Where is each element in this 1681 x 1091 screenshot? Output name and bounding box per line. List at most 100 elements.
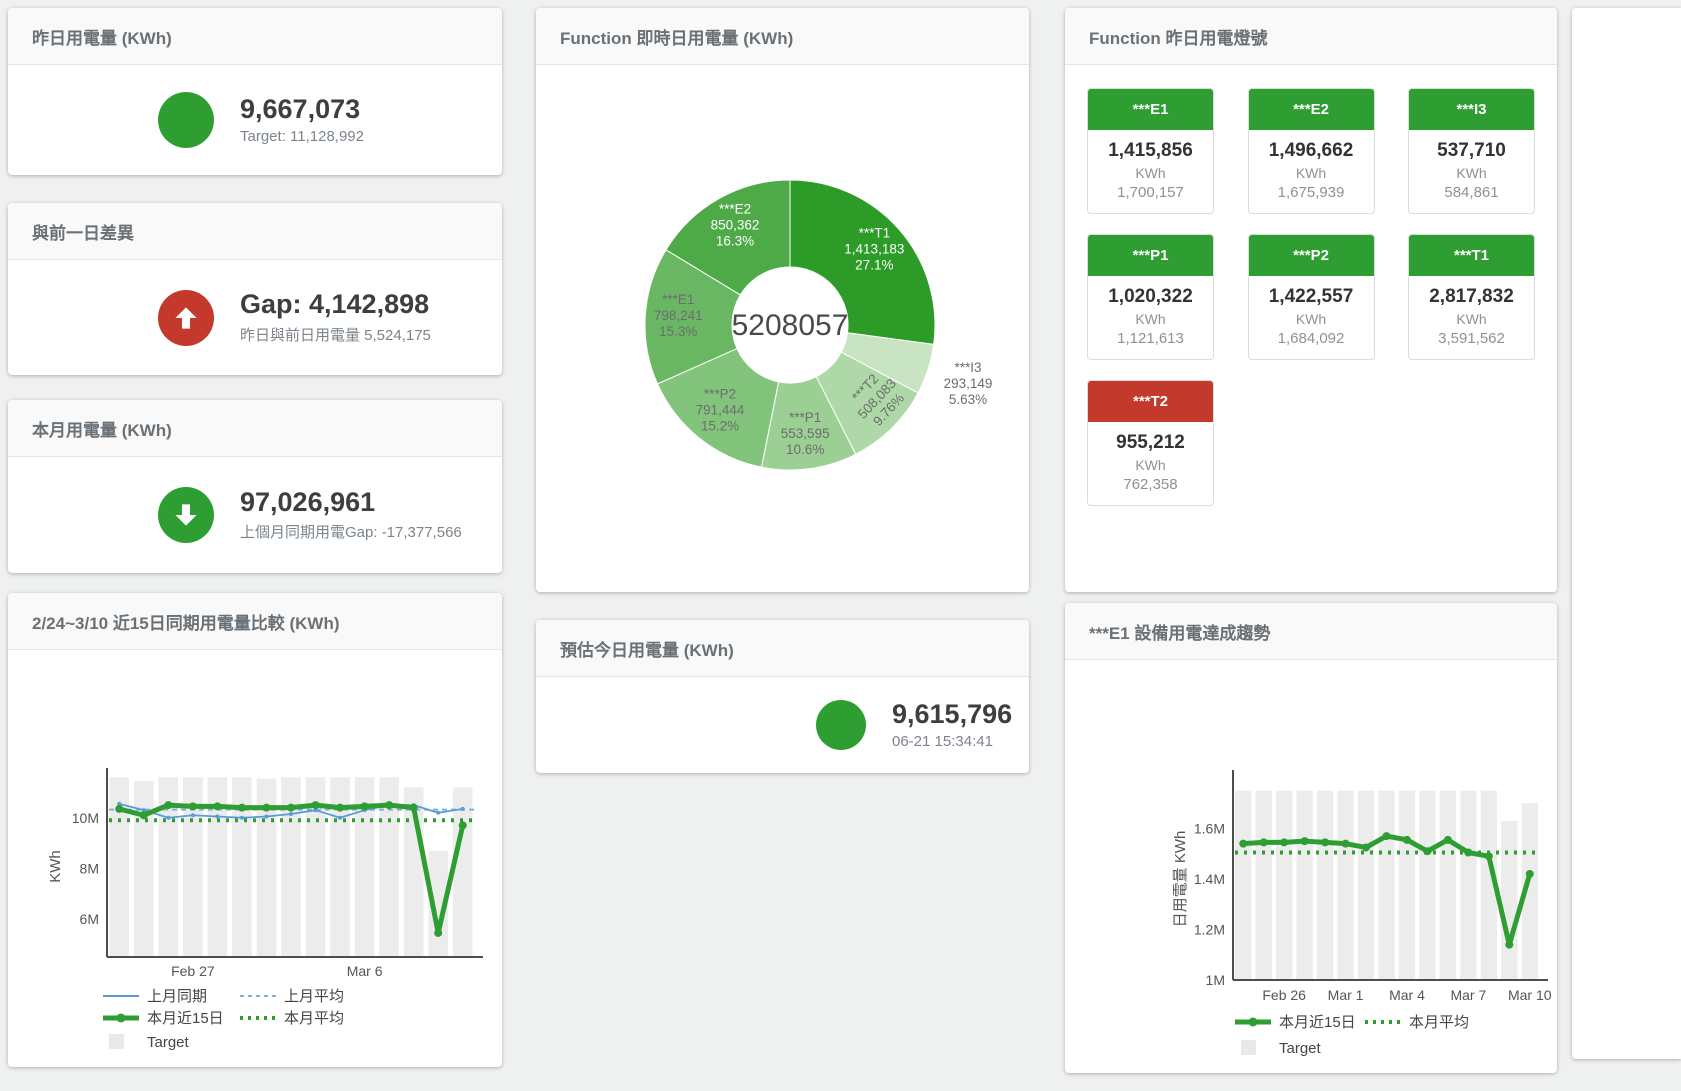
target-bar[interactable] xyxy=(1276,791,1292,980)
tile-status-header: ***E2 xyxy=(1249,89,1374,130)
data-point[interactable] xyxy=(213,802,221,810)
target-bar[interactable] xyxy=(1440,791,1456,980)
data-point[interactable] xyxy=(1342,840,1350,848)
data-point[interactable] xyxy=(1280,838,1288,846)
data-point[interactable] xyxy=(264,815,268,819)
data-point[interactable] xyxy=(215,815,219,819)
data-point[interactable] xyxy=(1301,837,1309,845)
legend-item-label[interactable]: 本月近15日 xyxy=(147,1010,224,1027)
legend-item-label[interactable]: 上月平均 xyxy=(284,988,344,1005)
data-point[interactable] xyxy=(1403,836,1411,844)
tile-body: 1,496,662KWh1,675,939 xyxy=(1249,130,1374,213)
target-bar[interactable] xyxy=(1419,791,1435,980)
card-status-lights: Function 昨日用電燈號 ***E11,415,856KWh1,700,1… xyxy=(1065,8,1557,592)
data-point[interactable] xyxy=(166,816,170,820)
target-bar[interactable] xyxy=(1358,791,1374,980)
status-tile-T1: ***T12,817,832KWh3,591,562 xyxy=(1408,234,1535,360)
arrow-down-icon xyxy=(158,487,214,543)
tile-body: 955,212KWh762,358 xyxy=(1088,422,1213,505)
tile-unit: KWh xyxy=(1092,457,1209,473)
arrow-up-icon xyxy=(158,290,214,346)
legend-item-label[interactable]: 本月近15日 xyxy=(1279,1014,1356,1031)
kpi-value: 9,667,073 xyxy=(240,95,364,125)
legend-item-label[interactable]: 本月平均 xyxy=(1409,1014,1469,1031)
kpi-subtitle: 06-21 15:34:41 xyxy=(892,733,1012,750)
data-point[interactable] xyxy=(361,802,369,810)
target-bar[interactable] xyxy=(1378,791,1394,980)
tile-unit: KWh xyxy=(1253,311,1370,327)
partial-card xyxy=(1572,8,1681,1059)
data-point[interactable] xyxy=(289,812,293,816)
data-point[interactable] xyxy=(459,821,467,829)
kpi-value: Gap: 4,142,898 xyxy=(240,290,431,320)
y-tick-label: 1.2M xyxy=(1194,922,1225,938)
target-bar[interactable] xyxy=(1317,791,1333,980)
data-point[interactable] xyxy=(1505,941,1513,949)
data-point[interactable] xyxy=(1464,848,1472,856)
data-point[interactable] xyxy=(410,804,418,812)
data-point[interactable] xyxy=(140,811,148,819)
data-point[interactable] xyxy=(1485,852,1493,860)
status-circle-icon xyxy=(158,92,214,148)
data-point[interactable] xyxy=(312,801,320,809)
data-point[interactable] xyxy=(1526,870,1534,878)
legend-dot-symbol xyxy=(1249,1018,1258,1027)
tile-value: 1,415,856 xyxy=(1092,140,1209,162)
target-bar[interactable] xyxy=(453,787,473,957)
data-point[interactable] xyxy=(189,802,197,810)
tile-body: 1,415,856KWh1,700,157 xyxy=(1088,130,1213,213)
legend-item-label[interactable]: Target xyxy=(147,1034,190,1051)
data-point[interactable] xyxy=(338,816,342,820)
target-bar[interactable] xyxy=(1460,791,1476,980)
target-bar[interactable] xyxy=(1256,791,1272,980)
data-point[interactable] xyxy=(385,801,393,809)
data-point[interactable] xyxy=(287,804,295,812)
card-month-usage: 本月用電量 (KWh) 97,026,961 上個月同期用電Gap: -17,3… xyxy=(8,400,502,573)
tile-unit: KWh xyxy=(1413,165,1530,181)
target-bar[interactable] xyxy=(1235,791,1251,980)
target-bar[interactable] xyxy=(1337,791,1353,980)
data-point[interactable] xyxy=(1239,840,1247,848)
legend-item-label[interactable]: Target xyxy=(1279,1040,1322,1057)
y-axis-title: KWh xyxy=(47,850,64,883)
kpi-body: Gap: 4,142,898 昨日與前日用電量 5,524,175 xyxy=(8,260,502,375)
target-bar[interactable] xyxy=(1399,791,1415,980)
data-point[interactable] xyxy=(191,813,195,817)
data-point[interactable] xyxy=(164,801,172,809)
data-point[interactable] xyxy=(434,929,442,937)
tile-value: 1,422,557 xyxy=(1253,286,1370,308)
data-point[interactable] xyxy=(1444,836,1452,844)
target-bar[interactable] xyxy=(1296,791,1312,980)
tile-target-value: 762,358 xyxy=(1092,476,1209,493)
kpi-body: 97,026,961 上個月同期用電Gap: -17,377,566 xyxy=(8,457,502,573)
data-point[interactable] xyxy=(336,804,344,812)
data-point[interactable] xyxy=(1423,847,1431,855)
card-title: 預估今日用電量 (KWh) xyxy=(536,620,1029,677)
tile-target-value: 1,675,939 xyxy=(1253,184,1370,201)
data-point[interactable] xyxy=(238,804,246,812)
data-point[interactable] xyxy=(1321,838,1329,846)
data-point[interactable] xyxy=(240,816,244,820)
tile-value: 2,817,832 xyxy=(1413,286,1530,308)
compare-line-chart[interactable]: 6M8M10MKWhFeb 27Mar 6上月同期上月平均本月近15日本月平均T… xyxy=(8,650,502,1067)
tile-status-header: ***E1 xyxy=(1088,89,1213,130)
data-point[interactable] xyxy=(1362,843,1370,851)
target-bar[interactable] xyxy=(134,781,154,957)
legend-item-label[interactable]: 本月平均 xyxy=(284,1010,344,1027)
legend-box-symbol xyxy=(109,1034,124,1049)
data-point[interactable] xyxy=(262,804,270,812)
card-compare-chart: 2/24~3/10 近15日同期用電量比較 (KWh) 6M8M10MKWhFe… xyxy=(8,593,502,1067)
tile-body: 1,020,322KWh1,121,613 xyxy=(1088,276,1213,359)
e1-trend-line-chart[interactable]: 1M1.2M1.4M1.6M日用電量 KWhFeb 26Mar 1Mar 4Ma… xyxy=(1065,660,1557,1073)
data-point[interactable] xyxy=(1383,832,1391,840)
data-point[interactable] xyxy=(461,807,465,811)
donut-chart[interactable]: ***T11,413,18327.1%***I3293,1495.63%***T… xyxy=(536,65,1029,592)
y-axis-title: 日用電量 KWh xyxy=(1172,831,1189,928)
target-bar[interactable] xyxy=(1501,821,1517,980)
card-estimate-today: 預估今日用電量 (KWh) 9,615,796 06-21 15:34:41 xyxy=(536,620,1029,773)
data-point[interactable] xyxy=(1260,838,1268,846)
data-point[interactable] xyxy=(115,805,123,813)
legend-item-label[interactable]: 上月同期 xyxy=(147,988,207,1005)
tile-unit: KWh xyxy=(1253,165,1370,181)
data-point[interactable] xyxy=(436,811,440,815)
